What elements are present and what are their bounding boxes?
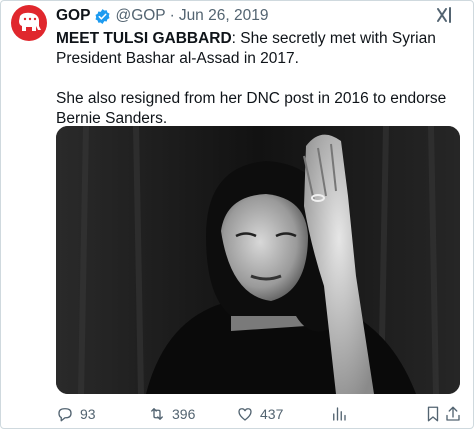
- tweet-photo[interactable]: [56, 126, 460, 394]
- gop-avatar[interactable]: [11, 5, 47, 41]
- verified-badge-icon: [94, 8, 111, 25]
- reply-count: 93: [80, 406, 96, 422]
- tweet-paragraph-2: She also resigned from her DNC post in 2…: [56, 90, 447, 127]
- like-count: 437: [260, 406, 284, 422]
- elephant-logo-icon: [19, 12, 41, 32]
- tweet-paragraph-1: MEET TULSI GABBARD: She secretly met wit…: [56, 29, 461, 69]
- share-icon: [446, 406, 460, 421]
- views-button[interactable]: [330, 403, 348, 425]
- bookmark-icon: [427, 406, 439, 422]
- author-handle[interactable]: @GOP: [115, 7, 165, 25]
- tweet-date[interactable]: Jun 26, 2019: [179, 7, 269, 25]
- reply-button[interactable]: 93: [56, 403, 96, 425]
- retweet-icon: [151, 408, 163, 420]
- author-name[interactable]: GOP: [56, 7, 90, 25]
- like-button[interactable]: 437: [236, 403, 283, 425]
- share-button[interactable]: [444, 403, 462, 425]
- reply-icon: [58, 408, 72, 422]
- action-bar: 93 396 437: [56, 403, 461, 425]
- grok-icon[interactable]: [431, 4, 457, 26]
- views-chart-icon: [333, 407, 346, 421]
- tweet-header: GOP @GOP · Jun 26, 2019: [56, 4, 268, 28]
- retweet-count: 396: [172, 406, 196, 422]
- tweet-lead-bold: MEET TULSI GABBARD: [56, 30, 232, 47]
- retweet-button[interactable]: 396: [148, 403, 195, 425]
- tweet-text: MEET TULSI GABBARD: She secretly met wit…: [56, 29, 461, 129]
- separator-dot: ·: [169, 7, 175, 24]
- bookmark-button[interactable]: [424, 403, 442, 425]
- tweet-card: GOP @GOP · Jun 26, 2019 MEET TULSI GABBA…: [0, 0, 474, 429]
- heart-icon: [238, 408, 252, 421]
- portrait-image: [56, 126, 460, 394]
